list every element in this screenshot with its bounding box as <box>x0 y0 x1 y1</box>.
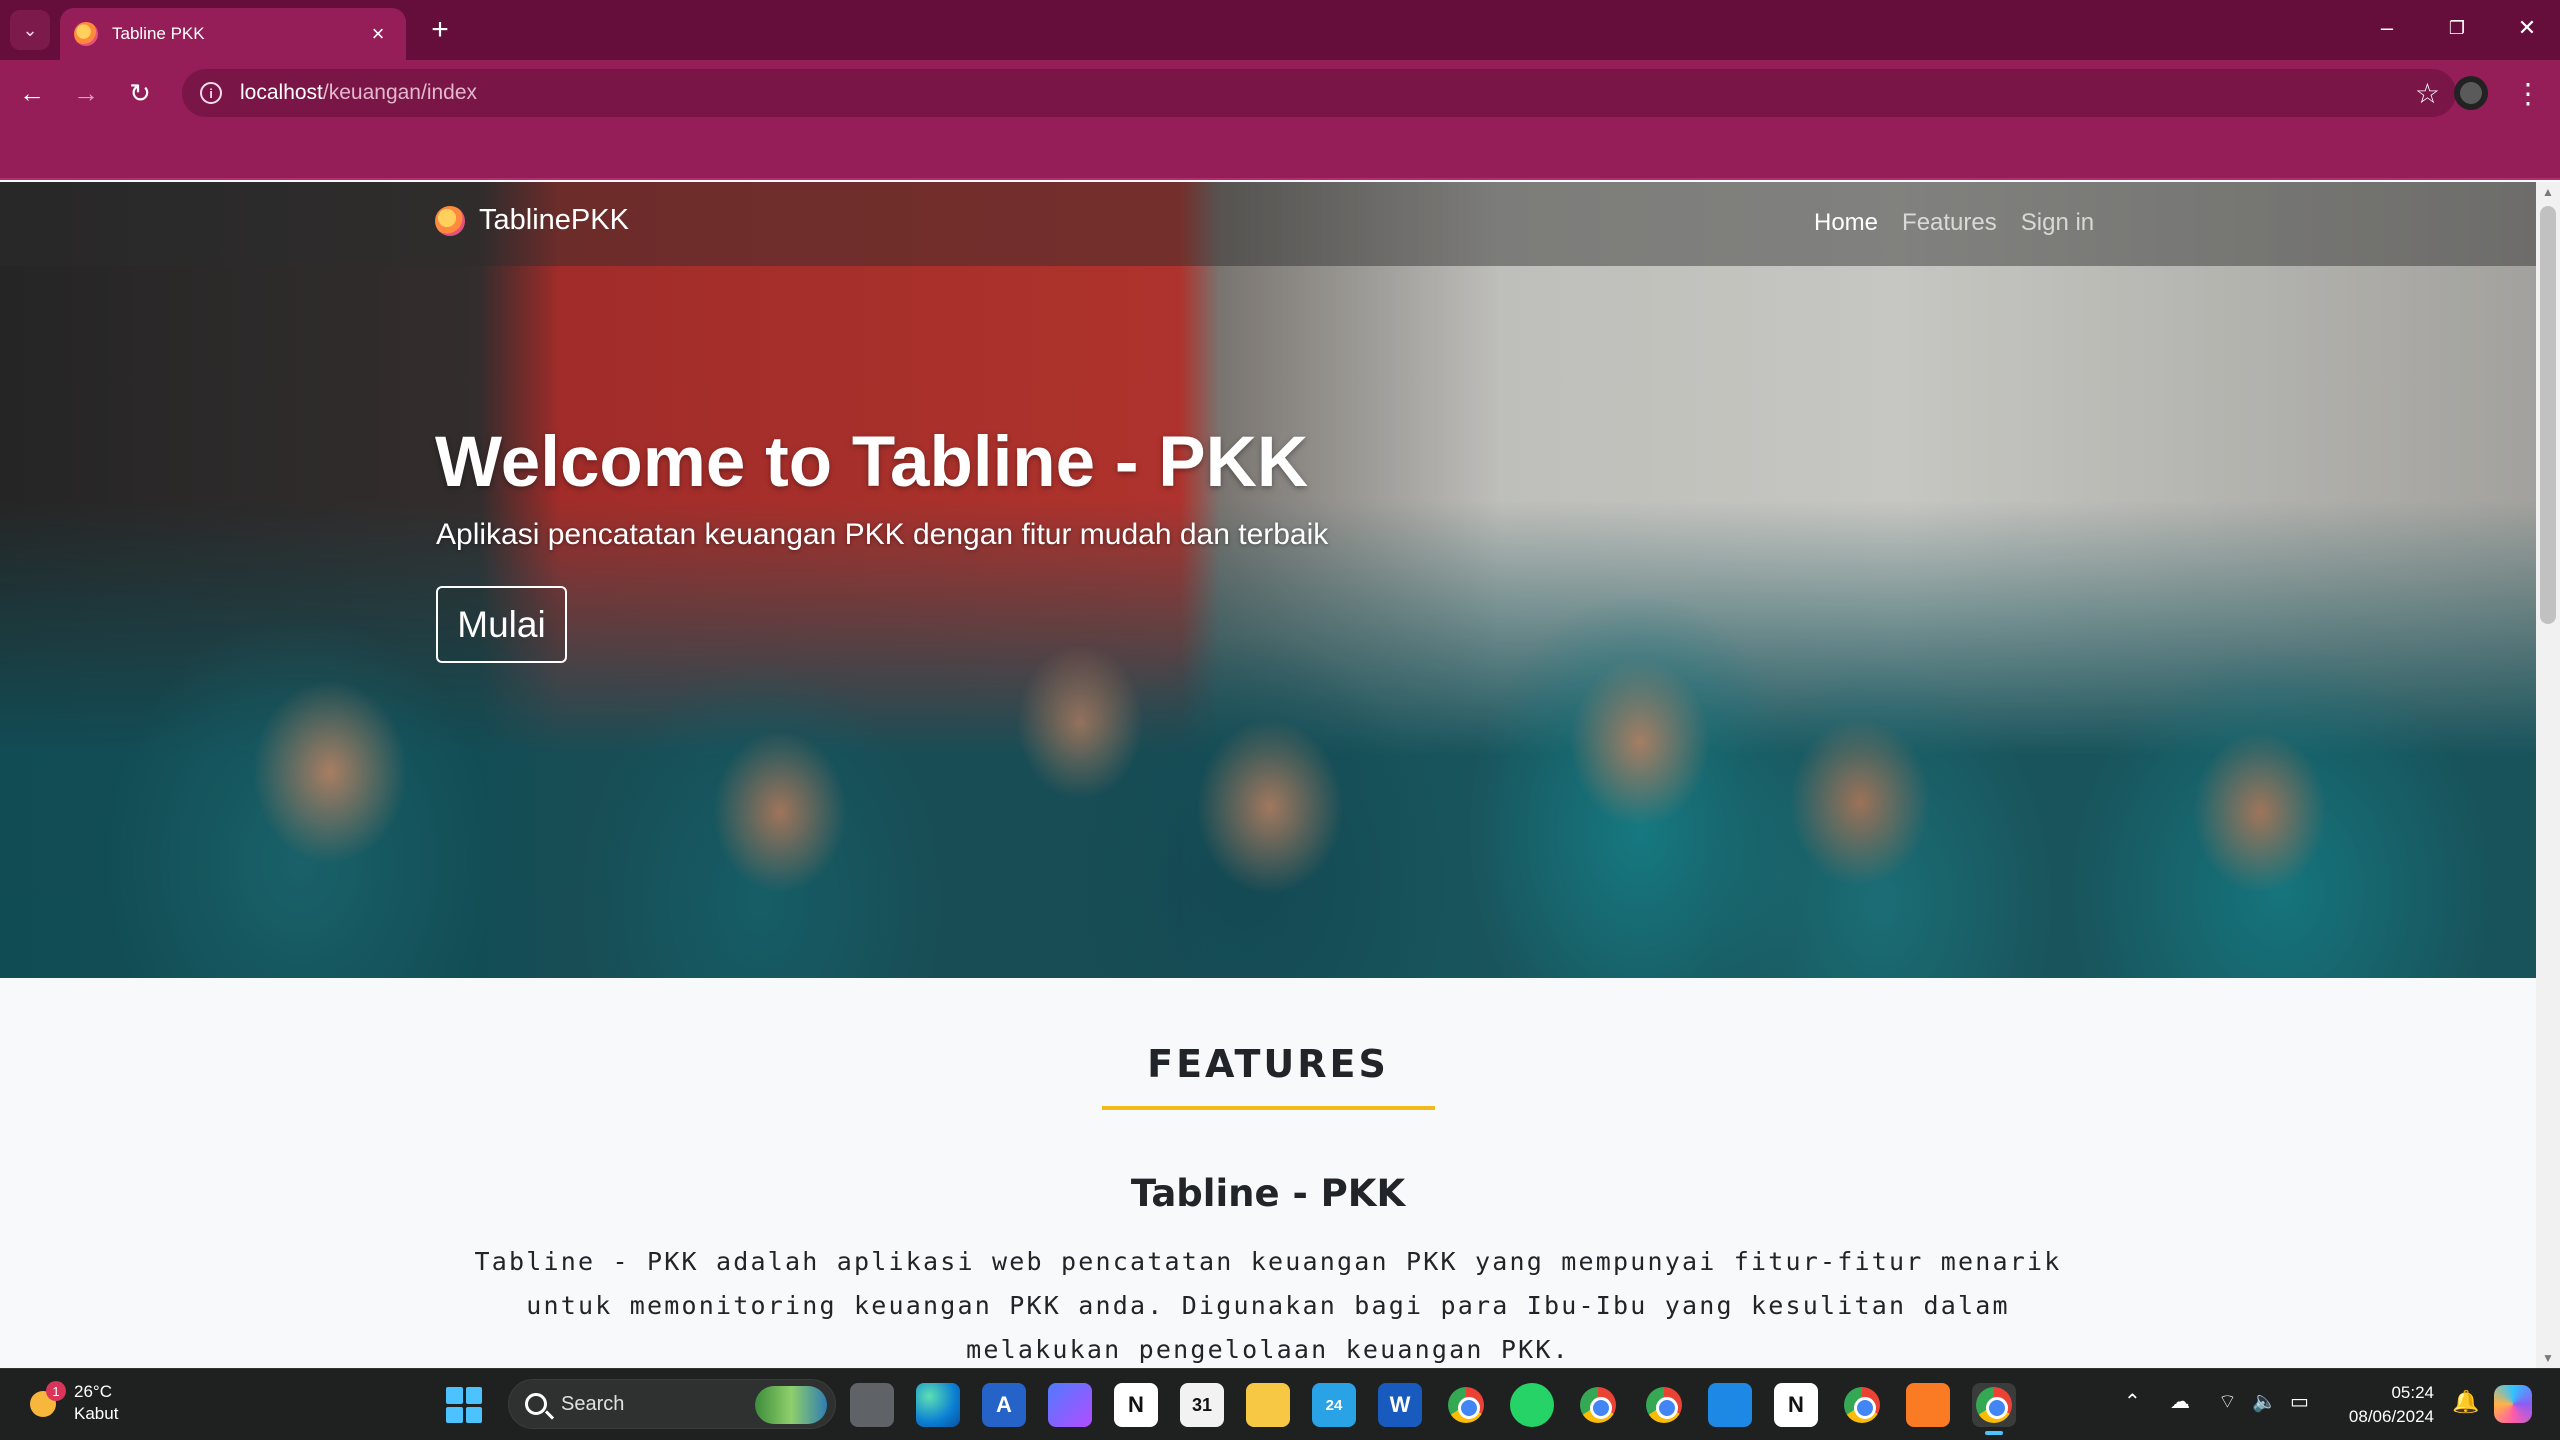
volume-icon[interactable]: 🔈 <box>2252 1389 2277 1414</box>
restore-icon[interactable]: ❐ <box>2430 8 2484 48</box>
task-view-icon[interactable] <box>850 1383 894 1427</box>
hero-section: TablinePKK Home Features Sign in Welcome… <box>0 182 2536 978</box>
favicon-icon <box>74 22 98 46</box>
mulai-button[interactable]: Mulai <box>436 586 567 663</box>
battery-icon[interactable]: ▭ <box>2290 1389 2309 1414</box>
weather-icon: 1 <box>26 1381 66 1421</box>
features-title: Tabline - PKK <box>1130 1172 1406 1215</box>
active-app-indicator <box>1985 1431 2003 1435</box>
copilot-app-icon[interactable] <box>1048 1383 1092 1427</box>
search-icon <box>525 1393 547 1415</box>
minimize-icon[interactable]: – <box>2360 8 2414 48</box>
bookmark-star-icon[interactable]: ☆ <box>2415 77 2440 110</box>
heading-underline <box>1102 1106 1435 1110</box>
notion-icon[interactable]: N <box>1114 1383 1158 1427</box>
onedrive-icon[interactable]: ☁ <box>2170 1389 2190 1414</box>
word-icon[interactable]: W <box>1378 1383 1422 1427</box>
address-bar[interactable]: i localhost/keuangan/index ☆ <box>182 69 2456 117</box>
telegram-icon[interactable]: 24 <box>1312 1383 1356 1427</box>
plus-icon[interactable]: + <box>422 12 458 48</box>
copilot-icon[interactable] <box>2494 1385 2532 1423</box>
taskbar-clock[interactable]: 05:24 08/06/2024 <box>2338 1381 2434 1429</box>
reload-icon[interactable]: ↻ <box>120 73 160 113</box>
taskbar-search[interactable]: Search <box>508 1379 836 1429</box>
hero-title: Welcome to Tabline - PKK <box>435 423 1309 502</box>
scroll-thumb[interactable] <box>2540 206 2556 624</box>
notification-bell-icon[interactable]: 🔔 <box>2452 1389 2479 1415</box>
notepad-icon[interactable] <box>1708 1383 1752 1427</box>
url-host: localhost <box>240 81 323 104</box>
page-viewport: TablinePKK Home Features Sign in Welcome… <box>0 182 2536 1368</box>
file-explorer-icon[interactable] <box>1246 1383 1290 1427</box>
scroll-down-icon[interactable]: ▼ <box>2536 1348 2560 1368</box>
weather-condition: Kabut <box>74 1404 119 1423</box>
features-section: FEATURES Tabline - PKK Tabline - PKK ada… <box>0 978 2536 1368</box>
nav-link-home[interactable]: Home <box>1814 209 1878 237</box>
xampp-icon[interactable] <box>1906 1383 1950 1427</box>
scroll-up-icon[interactable]: ▲ <box>2536 182 2560 202</box>
windows-start-icon[interactable] <box>446 1387 482 1423</box>
browser-toolbar: ← → ↻ i localhost/keuangan/index ☆ ⋮ <box>0 60 2560 180</box>
features-description: Tabline - PKK adalah aplikasi web pencat… <box>474 1247 2062 1364</box>
search-highlight-art <box>755 1386 827 1424</box>
chrome-active-icon[interactable] <box>1972 1383 2016 1427</box>
wifi-icon[interactable]: ⌔ <box>2218 1389 2237 1414</box>
notion-2-icon[interactable]: N <box>1774 1383 1818 1427</box>
url-path: /keuangan/index <box>322 81 478 104</box>
profile-avatar[interactable] <box>2454 76 2488 110</box>
calendar-icon[interactable]: 31 <box>1180 1383 1224 1427</box>
search-placeholder: Search <box>561 1392 625 1415</box>
weather-temp: 26°C <box>74 1382 112 1401</box>
azure-data-studio-icon[interactable]: A <box>982 1383 1026 1427</box>
chrome-profile-2-icon[interactable] <box>1576 1383 1620 1427</box>
features-heading: FEATURES <box>1147 1042 1389 1086</box>
close-icon[interactable]: × <box>364 20 392 48</box>
clock-time: 05:24 <box>2391 1383 2434 1402</box>
brand-link[interactable]: TablinePKK <box>435 204 629 237</box>
chrome-icon[interactable] <box>1444 1383 1488 1427</box>
nav-link-features[interactable]: Features <box>1902 209 1997 237</box>
weather-badge: 1 <box>46 1381 66 1401</box>
nav-links: Home Features Sign in <box>1814 209 2094 237</box>
chrome-profile-3-icon[interactable] <box>1642 1383 1686 1427</box>
hero-subtitle: Aplikasi pencatatan keuangan PKK dengan … <box>436 518 1329 551</box>
tab-title: Tabline PKK <box>112 24 205 43</box>
windows-taskbar: 1 26°C Kabut Search A N 31 24 W N ⌃ ☁ ⌔ … <box>0 1368 2560 1440</box>
tray-overflow-icon[interactable]: ⌃ <box>2124 1389 2141 1414</box>
forward-arrow-icon[interactable]: → <box>66 73 106 113</box>
site-navbar: TablinePKK Home Features Sign in <box>0 182 2536 266</box>
page-scrollbar[interactable]: ▲ ▼ <box>2536 182 2560 1368</box>
edge-icon[interactable] <box>916 1383 960 1427</box>
weather-widget[interactable]: 1 26°C Kabut <box>26 1381 118 1425</box>
clock-date: 08/06/2024 <box>2348 1407 2434 1426</box>
brand-name: TablinePKK <box>479 204 629 236</box>
browser-tabstrip: ⌄ Tabline PKK × + – ❐ ✕ <box>0 0 2560 60</box>
chrome-profile-4-icon[interactable] <box>1840 1383 1884 1427</box>
nav-link-sign-in[interactable]: Sign in <box>2021 209 2094 237</box>
whatsapp-icon[interactable] <box>1510 1383 1554 1427</box>
window-close-icon[interactable]: ✕ <box>2500 8 2554 48</box>
tab-search-icon[interactable]: ⌄ <box>10 10 50 50</box>
back-arrow-icon[interactable]: ← <box>12 73 52 113</box>
browser-tab-active[interactable]: Tabline PKK × <box>60 8 406 60</box>
more-menu-icon[interactable]: ⋮ <box>2508 73 2548 113</box>
brand-logo-icon <box>435 205 465 236</box>
site-info-icon[interactable]: i <box>200 82 222 104</box>
hero-background-photo <box>0 182 2536 978</box>
